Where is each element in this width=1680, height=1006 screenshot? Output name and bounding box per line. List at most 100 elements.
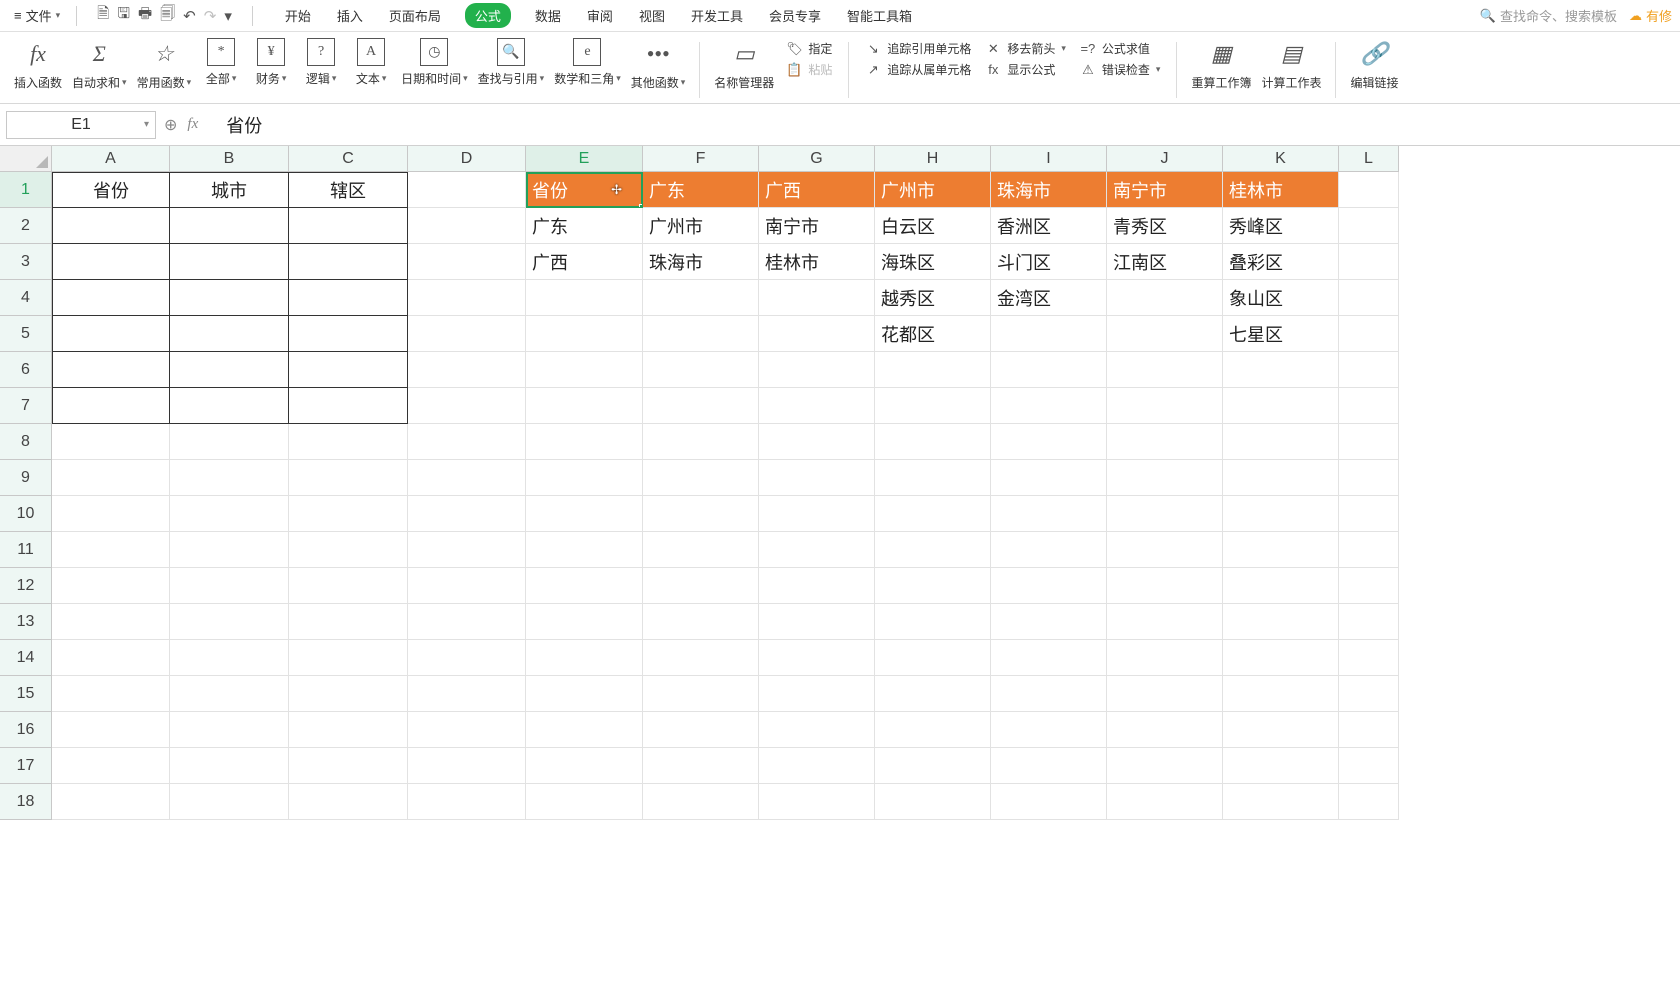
- text-fn-button[interactable]: A 文本▾: [347, 38, 395, 87]
- cell-B17[interactable]: [170, 748, 289, 784]
- cell-B16[interactable]: [170, 712, 289, 748]
- cell-H1[interactable]: 广州市: [875, 172, 991, 208]
- cell-B15[interactable]: [170, 676, 289, 712]
- cell-E9[interactable]: [526, 460, 643, 496]
- col-header-E[interactable]: E: [526, 146, 643, 172]
- cell-D5[interactable]: [408, 316, 526, 352]
- cell-B10[interactable]: [170, 496, 289, 532]
- cell-I10[interactable]: [991, 496, 1107, 532]
- cell-G6[interactable]: [759, 352, 875, 388]
- cell-E6[interactable]: [526, 352, 643, 388]
- cell-J2[interactable]: 青秀区: [1107, 208, 1223, 244]
- cell-E16[interactable]: [526, 712, 643, 748]
- col-header-K[interactable]: K: [1223, 146, 1339, 172]
- cell-E10[interactable]: [526, 496, 643, 532]
- cell-H4[interactable]: 越秀区: [875, 280, 991, 316]
- preview-icon[interactable]: 🗐: [160, 3, 175, 28]
- cell-E17[interactable]: [526, 748, 643, 784]
- cell-F7[interactable]: [643, 388, 759, 424]
- cell-E2[interactable]: 广东: [526, 208, 643, 244]
- cell-D9[interactable]: [408, 460, 526, 496]
- cell-L13[interactable]: [1339, 604, 1399, 640]
- cell-A9[interactable]: [52, 460, 170, 496]
- cell-G17[interactable]: [759, 748, 875, 784]
- cell-L6[interactable]: [1339, 352, 1399, 388]
- cell-K9[interactable]: [1223, 460, 1339, 496]
- row-header-3[interactable]: 3: [0, 244, 52, 280]
- cell-J15[interactable]: [1107, 676, 1223, 712]
- cell-G1[interactable]: 广西: [759, 172, 875, 208]
- cell-C17[interactable]: [289, 748, 408, 784]
- cell-J3[interactable]: 江南区: [1107, 244, 1223, 280]
- cell-E15[interactable]: [526, 676, 643, 712]
- cell-F18[interactable]: [643, 784, 759, 820]
- cell-K12[interactable]: [1223, 568, 1339, 604]
- math-fn-button[interactable]: e 数学和三角▾: [550, 38, 625, 87]
- cell-A3[interactable]: [52, 244, 170, 280]
- cell-A10[interactable]: [52, 496, 170, 532]
- cell-L3[interactable]: [1339, 244, 1399, 280]
- row-header-10[interactable]: 10: [0, 496, 52, 532]
- cell-K14[interactable]: [1223, 640, 1339, 676]
- cell-I16[interactable]: [991, 712, 1107, 748]
- row-header-11[interactable]: 11: [0, 532, 52, 568]
- row-header-8[interactable]: 8: [0, 424, 52, 460]
- cell-A5[interactable]: [52, 316, 170, 352]
- cell-G14[interactable]: [759, 640, 875, 676]
- cell-C18[interactable]: [289, 784, 408, 820]
- cell-H8[interactable]: [875, 424, 991, 460]
- cell-L12[interactable]: [1339, 568, 1399, 604]
- cell-F12[interactable]: [643, 568, 759, 604]
- formula-input[interactable]: 省份: [206, 112, 262, 138]
- cell-J8[interactable]: [1107, 424, 1223, 460]
- cell-G11[interactable]: [759, 532, 875, 568]
- cell-A18[interactable]: [52, 784, 170, 820]
- row-header-14[interactable]: 14: [0, 640, 52, 676]
- row-header-9[interactable]: 9: [0, 460, 52, 496]
- cell-I1[interactable]: 珠海市: [991, 172, 1107, 208]
- cell-F14[interactable]: [643, 640, 759, 676]
- cell-E11[interactable]: [526, 532, 643, 568]
- col-header-G[interactable]: G: [759, 146, 875, 172]
- error-check-button[interactable]: ⚠错误检查▾: [1080, 61, 1161, 78]
- show-formulas-button[interactable]: fx显示公式: [985, 61, 1066, 78]
- fx-icon[interactable]: fx: [187, 116, 198, 133]
- cell-B1[interactable]: 城市: [170, 172, 289, 208]
- cell-L4[interactable]: [1339, 280, 1399, 316]
- cell-I13[interactable]: [991, 604, 1107, 640]
- cell-F10[interactable]: [643, 496, 759, 532]
- cell-B2[interactable]: [170, 208, 289, 244]
- cell-A16[interactable]: [52, 712, 170, 748]
- cell-I18[interactable]: [991, 784, 1107, 820]
- logic-fn-button[interactable]: ? 逻辑▾: [297, 38, 345, 87]
- row-header-15[interactable]: 15: [0, 676, 52, 712]
- cell-E4[interactable]: [526, 280, 643, 316]
- cell-L16[interactable]: [1339, 712, 1399, 748]
- cell-H16[interactable]: [875, 712, 991, 748]
- datetime-fn-button[interactable]: ◷ 日期和时间▾: [397, 38, 472, 87]
- cell-B13[interactable]: [170, 604, 289, 640]
- tab-view[interactable]: 视图: [637, 2, 667, 29]
- row-header-2[interactable]: 2: [0, 208, 52, 244]
- cell-B18[interactable]: [170, 784, 289, 820]
- cell-I7[interactable]: [991, 388, 1107, 424]
- cell-B14[interactable]: [170, 640, 289, 676]
- cell-F15[interactable]: [643, 676, 759, 712]
- cell-I2[interactable]: 香洲区: [991, 208, 1107, 244]
- row-header-18[interactable]: 18: [0, 784, 52, 820]
- cell-G12[interactable]: [759, 568, 875, 604]
- col-header-J[interactable]: J: [1107, 146, 1223, 172]
- cell-H11[interactable]: [875, 532, 991, 568]
- cell-D12[interactable]: [408, 568, 526, 604]
- cell-K3[interactable]: 叠彩区: [1223, 244, 1339, 280]
- col-header-L[interactable]: L: [1339, 146, 1399, 172]
- cell-H15[interactable]: [875, 676, 991, 712]
- cell-L17[interactable]: [1339, 748, 1399, 784]
- cell-L2[interactable]: [1339, 208, 1399, 244]
- file-menu[interactable]: ≡ 文件 ▾: [8, 4, 66, 27]
- cell-J7[interactable]: [1107, 388, 1223, 424]
- cell-G13[interactable]: [759, 604, 875, 640]
- tab-formulas[interactable]: 公式: [465, 3, 511, 28]
- calc-sheet-button[interactable]: ▤ 计算工作表: [1257, 38, 1325, 91]
- row-header-13[interactable]: 13: [0, 604, 52, 640]
